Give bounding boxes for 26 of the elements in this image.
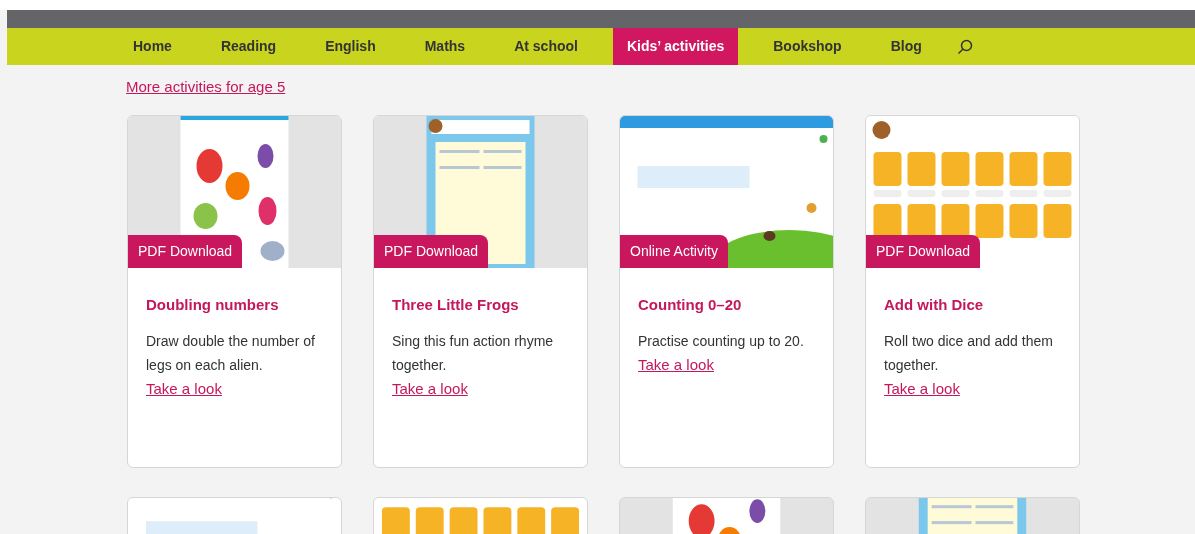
take-a-look-link[interactable]: Take a look	[146, 379, 222, 397]
type-badge: PDF Download	[866, 235, 981, 268]
type-badge: PDF Download	[128, 235, 243, 268]
card-title: Add with Dice	[884, 295, 985, 315]
nav-tab[interactable]: At school	[500, 28, 592, 65]
card-title: Counting 0–20	[638, 295, 743, 315]
card-description: Roll two dice and add them together.	[884, 331, 1054, 375]
nav-tab[interactable]: Blog	[876, 28, 936, 65]
card-description: Sing this fun action rhyme together.	[392, 331, 555, 375]
card-description: Draw double the number of legs on each alien.	[146, 331, 316, 375]
nav-tab[interactable]: Kids’ activities	[612, 28, 739, 65]
nav-tab[interactable]: English	[311, 28, 390, 65]
nav-tab[interactable]: Maths	[410, 28, 480, 65]
card-title: Doubling numbers	[146, 295, 280, 315]
nav-tab[interactable]: Reading	[206, 28, 291, 65]
nav-tab[interactable]: Bookshop	[759, 28, 856, 65]
card-title: Three Little Frogs	[392, 295, 520, 315]
type-badge: PDF Download	[374, 235, 489, 268]
search-icon[interactable]	[956, 38, 973, 55]
card-description: Practise counting up to 20.	[638, 331, 805, 351]
take-a-look-link[interactable]: Take a look	[884, 379, 960, 397]
more-activities-link[interactable]: More activities for age 5	[126, 78, 286, 95]
take-a-look-link[interactable]: Take a look	[638, 355, 714, 373]
nav-tab[interactable]: Home	[119, 28, 186, 65]
type-badge: Online Activity	[620, 235, 728, 268]
take-a-look-link[interactable]: Take a look	[392, 379, 468, 397]
